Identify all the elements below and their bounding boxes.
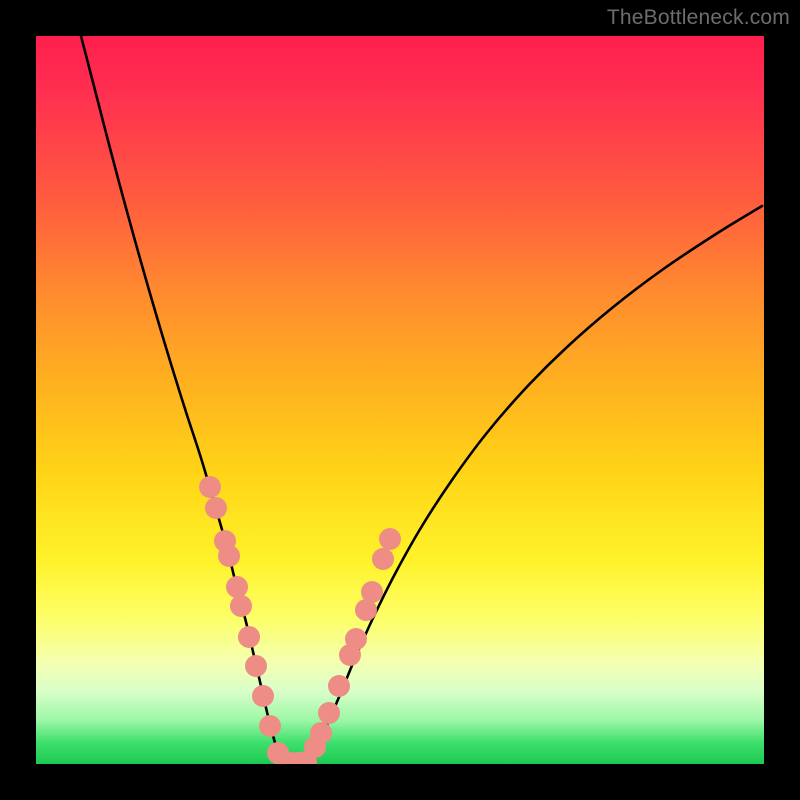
- series-left-arm: [81, 36, 282, 762]
- marker-right-3: [328, 675, 350, 697]
- marker-left-0: [199, 476, 221, 498]
- marker-right-7: [361, 581, 383, 603]
- marker-left-1: [205, 497, 227, 519]
- marker-left-4: [226, 576, 248, 598]
- marker-right-2: [318, 702, 340, 724]
- marker-right-8: [372, 548, 394, 570]
- chart-frame: TheBottleneck.com: [0, 0, 800, 800]
- marker-left-3: [218, 545, 240, 567]
- marker-left-7: [245, 655, 267, 677]
- plot-area: [36, 36, 764, 764]
- series-right-arm: [306, 206, 762, 762]
- chart-svg: [36, 36, 764, 764]
- marker-right-5: [345, 628, 367, 650]
- marker-left-9: [259, 715, 281, 737]
- marker-right-9: [379, 528, 401, 550]
- marker-left-5: [230, 595, 252, 617]
- marker-left-8: [252, 685, 274, 707]
- marker-left-6: [238, 626, 260, 648]
- watermark-text: TheBottleneck.com: [607, 6, 790, 30]
- curve-group: [81, 36, 762, 763]
- marker-right-1: [310, 722, 332, 744]
